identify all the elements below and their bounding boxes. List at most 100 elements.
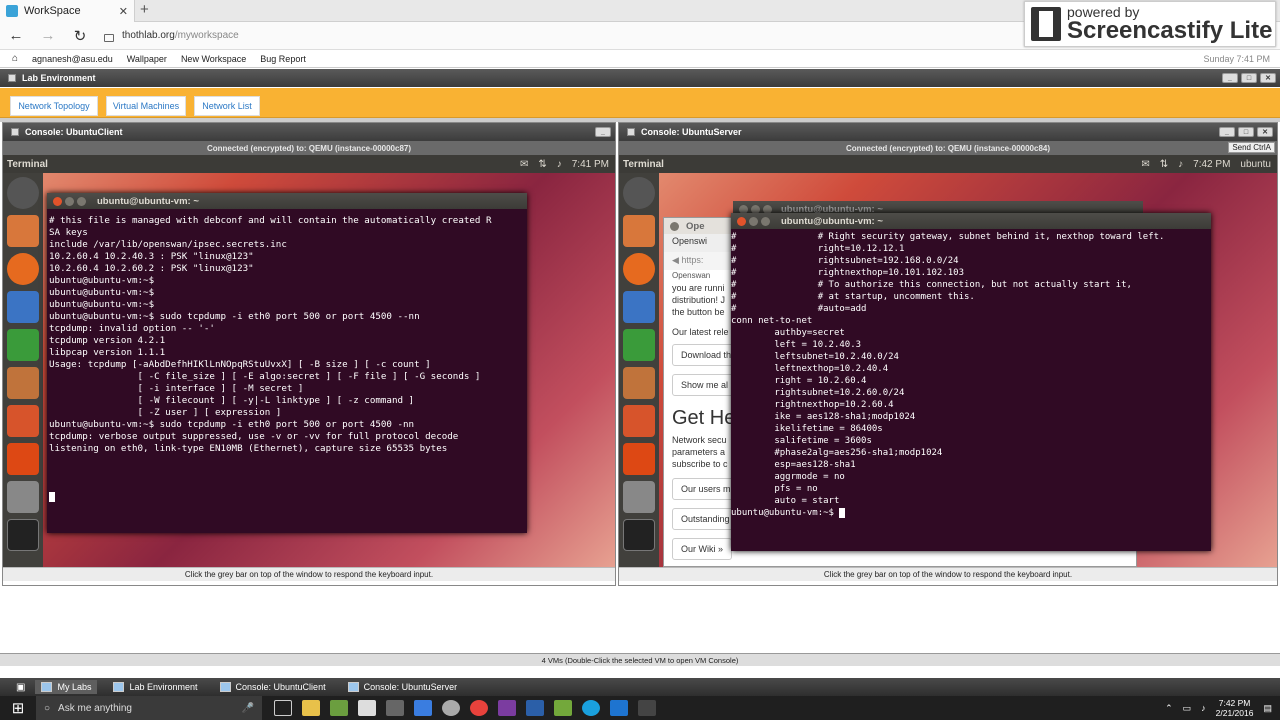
dropbox-icon[interactable] bbox=[414, 700, 432, 716]
minimize-icon[interactable]: _ bbox=[1219, 127, 1235, 137]
tray-network-icon[interactable]: ▭ bbox=[1183, 703, 1192, 714]
terminal-icon[interactable] bbox=[7, 519, 39, 551]
lab-menu-icon[interactable]: ▣ bbox=[16, 682, 25, 693]
server-terminal-window[interactable]: ubuntu@ubuntu-vm: ~ # # Right security g… bbox=[731, 213, 1211, 551]
calc-icon[interactable] bbox=[7, 329, 39, 361]
browser-tab[interactable]: WorkSpace ✕ bbox=[0, 0, 135, 22]
url-field[interactable]: thothlab.org/myworkspace bbox=[122, 30, 239, 41]
nav-wallpaper[interactable]: Wallpaper bbox=[127, 54, 167, 64]
task-lab-environment[interactable]: Lab Environment bbox=[107, 680, 203, 694]
explorer-icon[interactable] bbox=[302, 700, 320, 716]
writer-icon[interactable] bbox=[7, 291, 39, 323]
firefox-icon[interactable] bbox=[623, 253, 655, 285]
app-icon[interactable] bbox=[330, 700, 348, 716]
refresh-icon[interactable]: ↻ bbox=[64, 27, 96, 45]
minimize-icon[interactable] bbox=[749, 216, 758, 226]
minimize-icon[interactable]: _ bbox=[1222, 73, 1238, 83]
dash-icon[interactable] bbox=[7, 177, 39, 209]
notifications-icon[interactable]: ▤ bbox=[1263, 703, 1272, 714]
terminal-icon[interactable] bbox=[623, 519, 655, 551]
edge-icon[interactable] bbox=[610, 700, 628, 716]
client-terminal-output[interactable]: # this file is managed with debconf and … bbox=[47, 209, 527, 533]
maximize-icon[interactable] bbox=[77, 196, 86, 206]
software-center-icon[interactable] bbox=[623, 405, 655, 437]
files-icon[interactable] bbox=[623, 215, 655, 247]
home-icon[interactable]: ⌂ bbox=[12, 53, 18, 64]
task-console-server[interactable]: Console: UbuntuServer bbox=[342, 680, 464, 694]
users-button[interactable]: Our users m bbox=[672, 478, 740, 500]
maximize-icon[interactable]: □ bbox=[1238, 127, 1254, 137]
server-terminal-output[interactable]: # # Right security gateway, subnet behin… bbox=[731, 229, 1211, 551]
impress-icon[interactable] bbox=[623, 367, 655, 399]
lab-environment-titlebar[interactable]: Lab Environment _ □ ✕ bbox=[0, 69, 1280, 87]
maximize-icon[interactable]: □ bbox=[1241, 73, 1257, 83]
tab-virtual-machines[interactable]: Virtual Machines bbox=[106, 96, 186, 116]
mail-icon[interactable]: ✉ bbox=[1141, 159, 1149, 170]
task-console-client[interactable]: Console: UbuntuClient bbox=[214, 680, 332, 694]
windows-start-icon[interactable]: ⊞ bbox=[0, 699, 36, 717]
send-ctrl-button[interactable]: Send CtrlA bbox=[1228, 142, 1275, 153]
wiki-button[interactable]: Our Wiki » bbox=[672, 538, 733, 560]
tray-volume-icon[interactable]: ♪ bbox=[1201, 703, 1206, 713]
cortana-search[interactable]: ○ Ask me anything 🎤 bbox=[36, 696, 262, 720]
minimize-icon[interactable] bbox=[65, 196, 74, 206]
new-tab-icon[interactable]: + bbox=[140, 1, 149, 18]
client-desktop[interactable]: Terminal ✉ ⇅ ♪ 7:41 PM ubuntu@ubuntu-vm: ~ … bbox=[3, 155, 615, 567]
notepad-icon[interactable] bbox=[554, 700, 572, 716]
download-button[interactable]: Download th bbox=[672, 344, 741, 366]
close-icon[interactable] bbox=[670, 221, 679, 231]
client-connection-bar[interactable]: Connected (encrypted) to: QEMU (instance… bbox=[3, 141, 615, 155]
close-icon[interactable]: ✕ bbox=[1257, 127, 1273, 137]
show-me-button[interactable]: Show me al bbox=[672, 374, 738, 396]
settings-icon[interactable] bbox=[7, 481, 39, 513]
chrome-icon[interactable] bbox=[470, 700, 488, 716]
software-center-icon[interactable] bbox=[7, 405, 39, 437]
skype-icon[interactable] bbox=[582, 700, 600, 716]
client-terminal-window[interactable]: ubuntu@ubuntu-vm: ~ # this file is manag… bbox=[47, 193, 527, 533]
panel-time[interactable]: 7:42 PM bbox=[1193, 159, 1230, 170]
close-icon[interactable] bbox=[737, 216, 746, 226]
onenote-icon[interactable] bbox=[498, 700, 516, 716]
network-icon[interactable]: ⇅ bbox=[1160, 159, 1168, 170]
store-icon[interactable] bbox=[358, 700, 376, 716]
server-connection-bar[interactable]: Connected (encrypted) to: QEMU (instance… bbox=[619, 141, 1277, 155]
minimize-icon[interactable]: _ bbox=[595, 127, 611, 137]
writer-icon[interactable] bbox=[623, 291, 655, 323]
maximize-icon[interactable] bbox=[761, 216, 770, 226]
client-terminal-titlebar[interactable]: ubuntu@ubuntu-vm: ~ bbox=[47, 193, 527, 209]
task-my-labs[interactable]: My Labs bbox=[35, 680, 98, 694]
panel-time[interactable]: 7:41 PM bbox=[572, 159, 609, 170]
calc-icon[interactable] bbox=[623, 329, 655, 361]
server-terminal-titlebar[interactable]: ubuntu@ubuntu-vm: ~ bbox=[731, 213, 1211, 229]
app2-icon[interactable] bbox=[442, 700, 460, 716]
taskbar-clock[interactable]: 7:42 PM 2/21/2016 bbox=[1216, 698, 1254, 718]
mail-icon[interactable]: ✉ bbox=[520, 159, 528, 170]
tab-network-list[interactable]: Network List bbox=[194, 96, 260, 116]
server-desktop[interactable]: Terminal ✉ ⇅ ♪ 7:42 PM ubuntu ubuntu@ubuntu-… bbox=[619, 155, 1277, 567]
files-icon[interactable] bbox=[7, 215, 39, 247]
user-email[interactable]: agnanesh@asu.edu bbox=[32, 54, 113, 64]
firefox-icon[interactable] bbox=[7, 253, 39, 285]
tab-network-topology[interactable]: Network Topology bbox=[10, 96, 98, 116]
dash-icon[interactable] bbox=[623, 177, 655, 209]
volume-icon[interactable]: ♪ bbox=[557, 159, 562, 170]
close-tab-icon[interactable]: ✕ bbox=[119, 5, 128, 18]
film-icon[interactable] bbox=[638, 700, 656, 716]
volume-icon[interactable]: ♪ bbox=[1178, 159, 1183, 170]
impress-icon[interactable] bbox=[7, 367, 39, 399]
panel-user[interactable]: ubuntu bbox=[1240, 159, 1271, 170]
server-titlebar[interactable]: Console: UbuntuServer _ □ ✕ bbox=[619, 123, 1277, 141]
client-titlebar[interactable]: Console: UbuntuClient _ bbox=[3, 123, 615, 141]
ubuntu-one-icon[interactable] bbox=[7, 443, 39, 475]
mic-icon[interactable]: 🎤 bbox=[242, 703, 254, 714]
tray-chevron-icon[interactable]: ⌃ bbox=[1165, 703, 1173, 714]
network-icon[interactable]: ⇅ bbox=[538, 159, 546, 170]
settings-icon[interactable] bbox=[623, 481, 655, 513]
nav-new-workspace[interactable]: New Workspace bbox=[181, 54, 246, 64]
forward-icon[interactable]: → bbox=[32, 27, 64, 44]
close-icon[interactable]: ✕ bbox=[1260, 73, 1276, 83]
amazon-icon[interactable] bbox=[386, 700, 404, 716]
nav-bug-report[interactable]: Bug Report bbox=[260, 54, 306, 64]
task-view-icon[interactable] bbox=[274, 700, 292, 716]
word-icon[interactable] bbox=[526, 700, 544, 716]
